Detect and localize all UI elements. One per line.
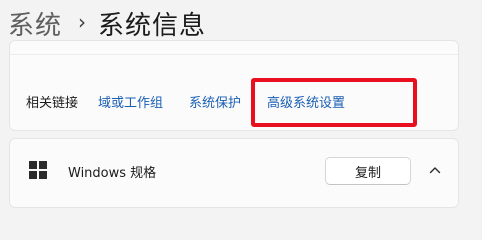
chevron-up-icon[interactable] [429, 164, 441, 176]
windows-spec-title: Windows 规格 [68, 166, 157, 181]
related-links-title: 相关链接 [26, 96, 79, 111]
windows-logo-icon [29, 161, 47, 179]
link-system-protection[interactable]: 系统保护 [189, 92, 241, 111]
related-links-card: 相关链接 域或工作组 系统保护 高级系统设置 [9, 40, 459, 131]
scrolled-content-remnant [10, 31, 458, 44]
divider [10, 54, 458, 55]
link-domain-workgroup[interactable]: 域或工作组 [98, 92, 163, 111]
related-links-row: 相关链接 域或工作组 系统保护 高级系统设置 [26, 92, 371, 111]
link-advanced-system-settings[interactable]: 高级系统设置 [267, 92, 345, 111]
windows-spec-card[interactable]: Windows 规格 复制 [9, 138, 459, 208]
copy-button[interactable]: 复制 [325, 157, 411, 185]
